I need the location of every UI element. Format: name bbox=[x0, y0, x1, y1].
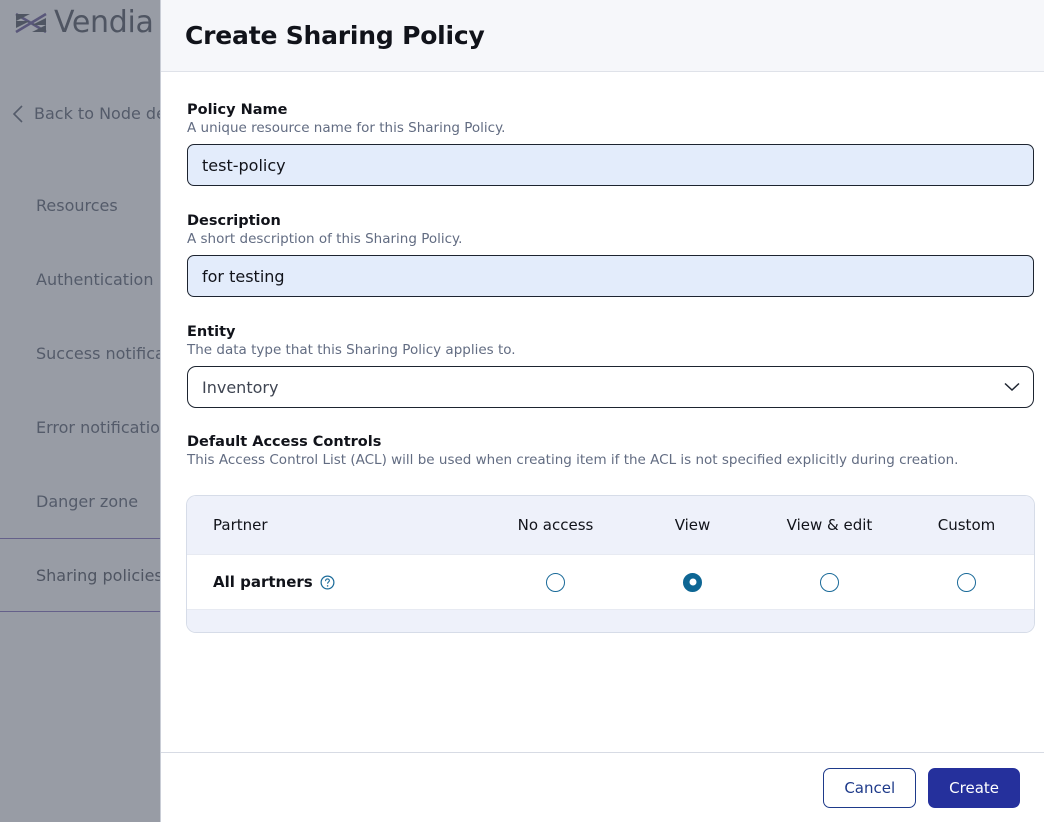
policy-name-field-group: Policy Name A unique resource name for t… bbox=[187, 102, 1034, 186]
entity-select[interactable] bbox=[187, 366, 1034, 408]
radio-no-access[interactable] bbox=[546, 572, 565, 592]
policy-name-input[interactable] bbox=[187, 144, 1034, 186]
acl-row-partner-label: All partners bbox=[213, 573, 313, 591]
acl-label: Default Access Controls bbox=[187, 434, 382, 450]
modal-title: Create Sharing Policy bbox=[185, 21, 485, 50]
modal-footer: Cancel Create bbox=[161, 752, 1044, 822]
acl-table-header: Partner No access View View & edit Custo… bbox=[187, 496, 1034, 554]
entity-hint: The data type that this Sharing Policy a… bbox=[187, 342, 516, 358]
policy-name-hint: A unique resource name for this Sharing … bbox=[187, 120, 506, 136]
acl-cell-custom bbox=[898, 572, 1034, 592]
acl-hint: This Access Control List (ACL) will be u… bbox=[187, 452, 959, 468]
acl-row-partner-cell: All partners bbox=[187, 573, 487, 591]
modal-body: Policy Name A unique resource name for t… bbox=[161, 72, 1044, 752]
description-field-group: Description A short description of this … bbox=[187, 213, 1034, 297]
description-label: Description bbox=[187, 213, 281, 229]
create-sharing-policy-modal: Create Sharing Policy Policy Name A uniq… bbox=[160, 0, 1044, 822]
acl-col-no-access-header: No access bbox=[517, 516, 594, 534]
app-root: Vendia Back to Node de Resources Authent… bbox=[0, 0, 1044, 822]
radio-custom[interactable] bbox=[957, 572, 976, 592]
entity-select-wrapper bbox=[187, 366, 1034, 408]
acl-col-view-edit-header: View & edit bbox=[786, 516, 873, 534]
acl-cell-view-edit bbox=[761, 572, 898, 592]
acl-cell-no-access bbox=[487, 572, 624, 592]
cancel-button[interactable]: Cancel bbox=[823, 767, 917, 808]
radio-view-edit[interactable] bbox=[820, 572, 839, 592]
acl-field-group: Default Access Controls This Access Cont… bbox=[187, 434, 1034, 632]
create-button[interactable]: Create bbox=[928, 767, 1020, 808]
acl-table: Partner No access View View & edit Custo… bbox=[187, 496, 1034, 632]
acl-table-footer bbox=[187, 610, 1034, 632]
entity-field-group: Entity The data type that this Sharing P… bbox=[187, 324, 1034, 408]
table-row: All partners bbox=[187, 554, 1034, 610]
acl-col-view-header: View bbox=[674, 516, 711, 534]
question-circle-icon[interactable] bbox=[320, 575, 335, 590]
modal-header: Create Sharing Policy bbox=[161, 0, 1044, 72]
entity-label: Entity bbox=[187, 324, 236, 340]
acl-cell-view bbox=[624, 572, 761, 592]
acl-col-custom-header: Custom bbox=[937, 516, 996, 534]
acl-col-partner-header: Partner bbox=[213, 516, 268, 534]
description-hint: A short description of this Sharing Poli… bbox=[187, 231, 463, 247]
radio-view[interactable] bbox=[683, 572, 702, 592]
description-input[interactable] bbox=[187, 255, 1034, 297]
policy-name-label: Policy Name bbox=[187, 102, 288, 118]
